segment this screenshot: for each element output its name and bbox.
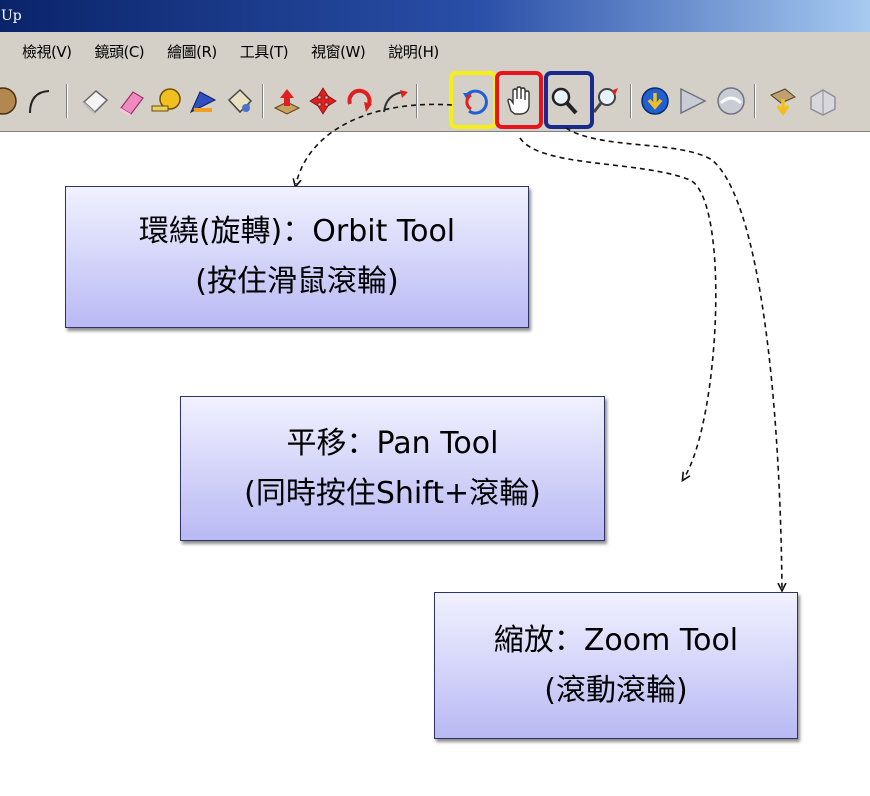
zoom-callout-hint: (滾動滾輪) [544,672,688,708]
orbit-callout-hint: (按住滑鼠滾輪) [195,264,399,299]
pan-callout: 平移：Pan Tool (同時按住Shift+滾輪) [180,396,605,541]
orbit-callout: 環繞(旋轉)：Orbit Tool (按住滑鼠滾輪) [65,186,529,328]
orbit-callout-title: 環繞(旋轉)：Orbit Tool [138,214,456,249]
pan-callout-title: 平移：Pan Tool [286,425,499,461]
zoom-callout-title: 縮放：Zoom Tool [493,622,739,658]
orbit-arrow [296,103,453,184]
zoom-callout: 縮放：Zoom Tool (滾動滾輪) [434,592,798,739]
pan-callout-hint: (同時按住Shift+滾輪) [244,475,541,511]
